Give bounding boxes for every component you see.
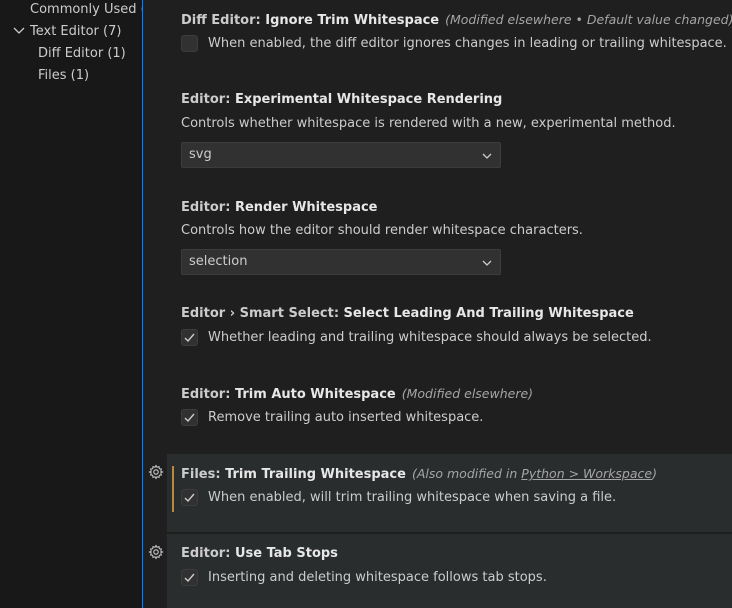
modified-indicator[interactable]: (Modified elsewhere) xyxy=(402,386,533,401)
checkbox[interactable] xyxy=(181,409,198,426)
checkbox[interactable] xyxy=(181,329,198,346)
setting-category: Editor: xyxy=(181,387,235,402)
chevron-down-icon[interactable] xyxy=(12,24,26,38)
setting-name: Trim Auto Whitespace xyxy=(234,387,396,402)
setting-category: Files: xyxy=(181,467,226,482)
checkmark-icon xyxy=(184,413,195,423)
dropdown-select[interactable]: selection xyxy=(181,249,501,275)
setting-render-whitespace: Editor: Render Whitespace Controls how t… xyxy=(143,188,732,294)
modified-suffix: ) xyxy=(652,466,657,481)
checkbox[interactable] xyxy=(181,489,198,506)
checkmark-icon xyxy=(184,333,195,343)
setting-title: Editor: Trim Auto Whitespace (Modified el… xyxy=(181,386,533,402)
modified-prefix: (Also modified in xyxy=(411,466,522,481)
setting-name: Experimental Whitespace Rendering xyxy=(234,92,503,107)
setting-diff-ignore-trim-whitespace: Diff Editor: Ignore Trim Whitespace (Modi… xyxy=(143,0,732,80)
setting-name: Select Leading And Trailing Whitespace xyxy=(343,306,634,321)
setting-title: Files: Trim Trailing Whitespace (Also mod… xyxy=(181,466,657,482)
modified-link[interactable]: Python > Workspace xyxy=(521,466,652,481)
checkbox-label: When enabled, the diff editor ignores ch… xyxy=(208,36,727,51)
setting-category: Editor: xyxy=(181,546,235,561)
modified-indicator[interactable]: (Modified elsewhere • Default value chan… xyxy=(445,12,732,27)
setting-smart-select-whitespace: Editor › Smart Select: Select Leading An… xyxy=(143,294,732,374)
setting-title: Diff Editor: Ignore Trim Whitespace (Modi… xyxy=(181,12,732,28)
setting-description: Controls how the editor should render wh… xyxy=(181,223,583,238)
chevron-down-icon xyxy=(482,260,492,266)
setting-category: Diff Editor: xyxy=(181,13,266,28)
setting-description: Controls whether whitespace is rendered … xyxy=(181,116,676,131)
setting-category: Editor: xyxy=(181,92,235,107)
toc-item-diff-editor[interactable]: Diff Editor (1) xyxy=(38,45,126,63)
checkmark-icon xyxy=(184,493,195,503)
gear-icon[interactable] xyxy=(148,544,164,560)
toc-item-files[interactable]: Files (1) xyxy=(38,67,89,85)
setting-name: Trim Trailing Whitespace xyxy=(225,467,406,482)
setting-name: Use Tab Stops xyxy=(234,546,338,561)
settings-list: Diff Editor: Ignore Trim Whitespace (Modi… xyxy=(143,0,732,608)
setting-title: Editor: Use Tab Stops xyxy=(181,546,338,561)
checkmark-icon xyxy=(184,573,195,583)
checkbox[interactable] xyxy=(181,35,198,52)
modified-bar xyxy=(172,466,174,512)
chevron-down-icon xyxy=(482,153,492,159)
setting-name: Ignore Trim Whitespace xyxy=(265,13,440,28)
checkbox-label: Whether leading and trailing whitespace … xyxy=(208,330,652,345)
setting-title: Editor: Render Whitespace xyxy=(181,200,378,215)
checkbox-label: Remove trailing auto inserted whitespace… xyxy=(208,410,484,425)
dropdown-value: svg xyxy=(189,147,212,162)
setting-category: Editor: xyxy=(181,200,235,215)
checkbox-label: When enabled, will trim trailing whitesp… xyxy=(208,490,617,505)
settings-toc: Commonly Used (1) Text Editor (7) Diff E… xyxy=(0,0,142,608)
setting-name: Render Whitespace xyxy=(234,200,378,215)
setting-category: Editor › Smart Select: xyxy=(181,306,344,321)
modified-indicator: (Also modified in Python > Workspace) xyxy=(412,466,657,481)
gear-icon[interactable] xyxy=(148,464,164,480)
setting-trim-auto-whitespace: Editor: Trim Auto Whitespace (Modified el… xyxy=(143,374,732,454)
setting-title: Editor: Experimental Whitespace Renderin… xyxy=(181,92,502,107)
toc-item-commonly-used[interactable]: Commonly Used (1) xyxy=(30,1,142,19)
dropdown-select[interactable]: svg xyxy=(181,142,501,168)
checkbox[interactable] xyxy=(181,569,198,586)
setting-experimental-whitespace-rendering: Editor: Experimental Whitespace Renderin… xyxy=(143,80,732,188)
dropdown-value: selection xyxy=(189,254,248,269)
toc-item-text-editor[interactable]: Text Editor (7) xyxy=(30,23,121,41)
checkbox-label: Inserting and deleting whitespace follow… xyxy=(208,570,547,585)
setting-title: Editor › Smart Select: Select Leading An… xyxy=(181,306,634,321)
